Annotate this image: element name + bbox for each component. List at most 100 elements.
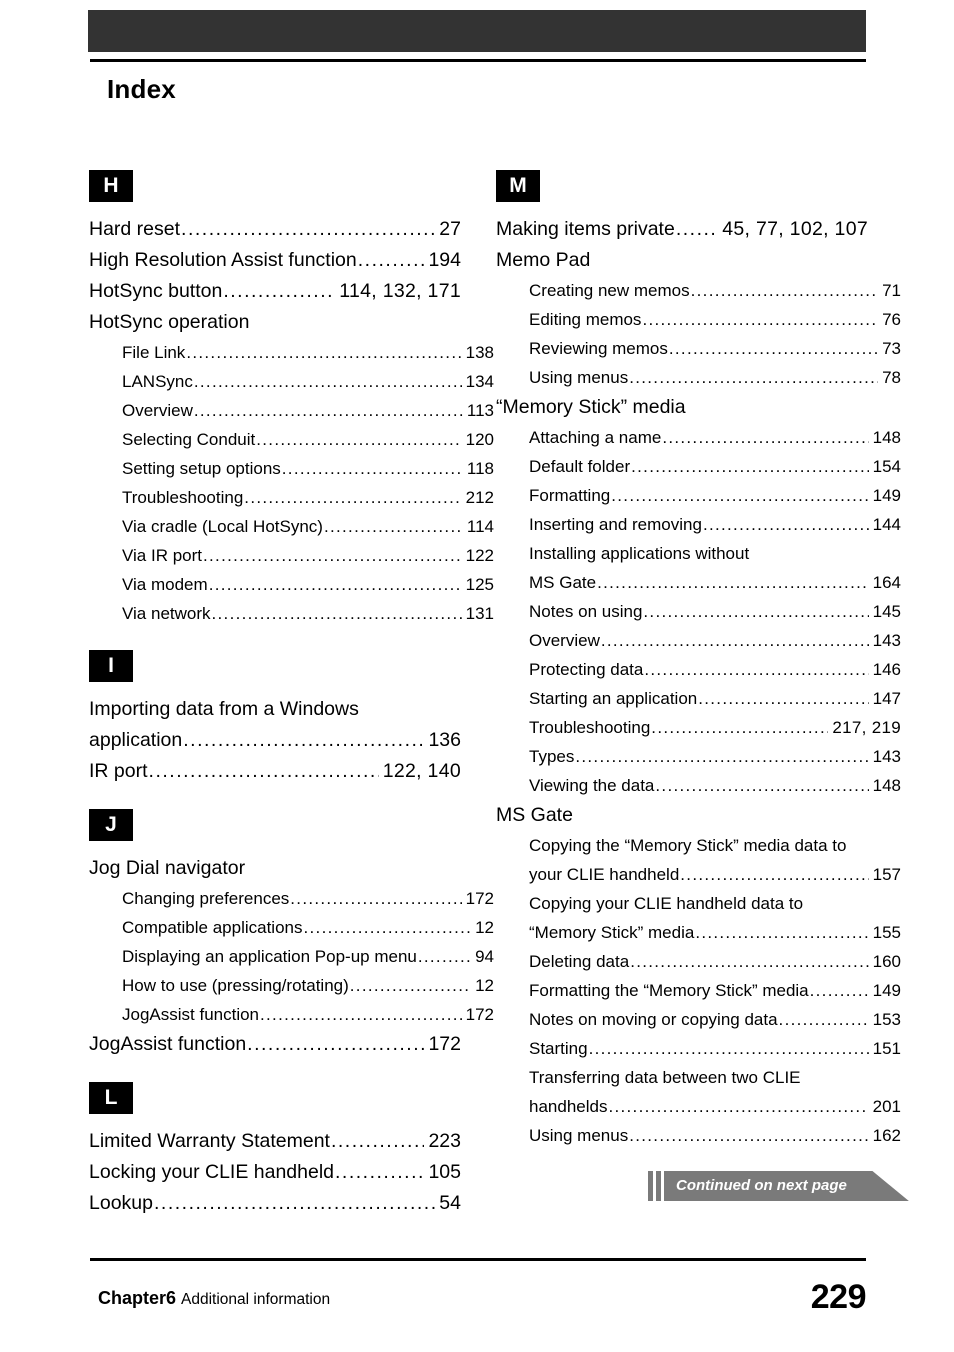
- index-entry[interactable]: Via IR port 122: [89, 541, 494, 570]
- index-entry-continuation[interactable]: Copying your CLIE handheld data to: [496, 889, 901, 918]
- index-entry[interactable]: Starting an application 147: [496, 684, 901, 713]
- index-entry-pages: 105: [428, 1161, 461, 1183]
- index-entry[interactable]: How to use (pressing/rotating) 12: [89, 971, 494, 1000]
- leader-dots: [290, 884, 461, 913]
- index-entry-pages: 172: [465, 889, 494, 908]
- index-entry[interactable]: Attaching a name 148: [496, 423, 901, 452]
- index-entry[interactable]: Overview 113: [89, 396, 494, 425]
- leader-dots: [149, 756, 379, 787]
- index-entry-pages: 172: [465, 1005, 494, 1024]
- index-entry[interactable]: Changing preferences 172: [89, 884, 494, 913]
- index-entry[interactable]: Locking your CLIE handheld 105: [89, 1157, 461, 1188]
- leader-dots: [642, 305, 878, 334]
- leader-dots: [183, 725, 424, 756]
- leader-dots: [695, 918, 868, 947]
- index-entry-pages: 146: [872, 660, 901, 679]
- index-entry-label: Default folder: [529, 457, 631, 476]
- index-entry-label: Deleting data: [529, 952, 630, 971]
- index-entry[interactable]: Displaying an application Pop-up menu 94: [89, 942, 494, 971]
- index-entry[interactable]: IR port 122, 140: [89, 756, 461, 787]
- index-entry[interactable]: Inserting and removing 144: [496, 510, 901, 539]
- index-entry-pages: 217, 219: [832, 718, 901, 737]
- index-entry-label: Inserting and removing: [529, 515, 702, 534]
- index-entry[interactable]: JogAssist function 172: [89, 1029, 461, 1060]
- index-column-right: M Making items private 45, 77, 102, 107 Mem…: [496, 170, 901, 1150]
- index-entry-label: Copying the “Memory Stick” media data to: [529, 836, 847, 855]
- index-entry-continuation[interactable]: Transferring data between two CLIE: [496, 1063, 901, 1092]
- index-entry[interactable]: Via cradle (Local HotSync) 114: [89, 512, 494, 541]
- index-entry[interactable]: Editing memos 76: [496, 305, 901, 334]
- index-entry[interactable]: JogAssist function 172: [89, 1000, 494, 1029]
- index-entry[interactable]: Making items private 45, 77, 102, 107: [496, 214, 868, 245]
- index-entry-label: Notes on using: [529, 602, 643, 621]
- leader-dots: [324, 512, 463, 541]
- index-entry-label: Creating new memos: [529, 281, 690, 300]
- index-entry-label: handhelds: [529, 1097, 608, 1116]
- index-entry-pages: 149: [872, 981, 901, 1000]
- index-entry[interactable]: Notes on using 145: [496, 597, 901, 626]
- index-group-heading[interactable]: Jog Dial navigator: [89, 853, 461, 884]
- index-entry[interactable]: Overview 143: [496, 626, 901, 655]
- index-entry[interactable]: application 136: [89, 725, 461, 756]
- index-entry[interactable]: Deleting data 160: [496, 947, 901, 976]
- banner-label: Continued on next page: [664, 1171, 857, 1201]
- index-entry[interactable]: Via modem 125: [89, 570, 494, 599]
- index-entry[interactable]: Types 143: [496, 742, 901, 771]
- index-entry[interactable]: High Resolution Assist function 194: [89, 245, 461, 276]
- index-entry[interactable]: MS Gate 164: [496, 568, 901, 597]
- index-entry[interactable]: Setting setup options 118: [89, 454, 494, 483]
- index-entry[interactable]: Viewing the data 148: [496, 771, 901, 800]
- index-entry[interactable]: File Link 138: [89, 338, 494, 367]
- index-entry[interactable]: Lookup 54: [89, 1188, 461, 1219]
- index-entry[interactable]: Troubleshooting 212: [89, 483, 494, 512]
- index-entry[interactable]: Hard reset 27: [89, 214, 461, 245]
- index-entry-pages: 114, 132, 171: [339, 280, 461, 302]
- index-entry-pages: 122, 140: [382, 760, 461, 782]
- index-group-heading[interactable]: MS Gate: [496, 800, 868, 831]
- index-entry[interactable]: Limited Warranty Statement 223: [89, 1126, 461, 1157]
- index-entry[interactable]: Using menus 162: [496, 1121, 901, 1150]
- index-entry-label: Starting an application: [529, 689, 698, 708]
- index-entry[interactable]: Protecting data 146: [496, 655, 901, 684]
- index-group-heading[interactable]: “Memory Stick” media: [496, 392, 868, 423]
- index-entry[interactable]: Using menus 78: [496, 363, 901, 392]
- index-entry[interactable]: Notes on moving or copying data 153: [496, 1005, 901, 1034]
- index-entry-label: Installing applications without: [529, 544, 750, 563]
- index-entry[interactable]: Troubleshooting 217, 219: [496, 713, 901, 742]
- index-entry-label: Overview: [529, 631, 600, 650]
- leader-dots: [643, 597, 868, 626]
- leader-dots: [256, 425, 461, 454]
- index-entry[interactable]: Via network 131: [89, 599, 494, 628]
- index-entry[interactable]: Reviewing memos 73: [496, 334, 901, 363]
- leader-dots: [154, 1188, 435, 1219]
- index-entry-pages: 94: [475, 947, 494, 966]
- index-entry-continuation[interactable]: Installing applications without: [496, 539, 901, 568]
- index-entry[interactable]: Selecting Conduit 120: [89, 425, 494, 454]
- leader-dots: [630, 947, 868, 976]
- index-entry[interactable]: “Memory Stick” media 155: [496, 918, 901, 947]
- index-entry-label: “Memory Stick” media: [496, 396, 686, 418]
- index-entry[interactable]: LANSync 134: [89, 367, 494, 396]
- index-entry-pages: 12: [475, 918, 494, 937]
- index-entry-pages: 151: [872, 1039, 901, 1058]
- index-group-heading[interactable]: HotSync operation: [89, 307, 461, 338]
- index-entry[interactable]: handhelds 201: [496, 1092, 901, 1121]
- index-entry-pages: 125: [465, 575, 494, 594]
- index-entry[interactable]: Formatting the “Memory Stick” media 149: [496, 976, 901, 1005]
- index-entry[interactable]: Compatible applications 12: [89, 913, 494, 942]
- index-entry[interactable]: Starting 151: [496, 1034, 901, 1063]
- index-entry-continuation[interactable]: Importing data from a Windows: [89, 694, 461, 725]
- index-entry-pages: 54: [439, 1192, 461, 1214]
- index-entry[interactable]: Formatting 149: [496, 481, 901, 510]
- index-entry[interactable]: HotSync button 114, 132, 171: [89, 276, 461, 307]
- index-entry-pages: 164: [872, 573, 901, 592]
- index-entry[interactable]: Default folder 154: [496, 452, 901, 481]
- index-entry-continuation[interactable]: Copying the “Memory Stick” media data to: [496, 831, 901, 860]
- index-entry-label: Jog Dial navigator: [89, 857, 246, 879]
- index-entry-label: Types: [529, 747, 575, 766]
- index-group-heading[interactable]: Memo Pad: [496, 245, 868, 276]
- index-entry-label: Using menus: [529, 368, 629, 387]
- index-entry[interactable]: Creating new memos 71: [496, 276, 901, 305]
- index-entry-label: your CLIE handheld: [529, 865, 680, 884]
- index-entry[interactable]: your CLIE handheld 157: [496, 860, 901, 889]
